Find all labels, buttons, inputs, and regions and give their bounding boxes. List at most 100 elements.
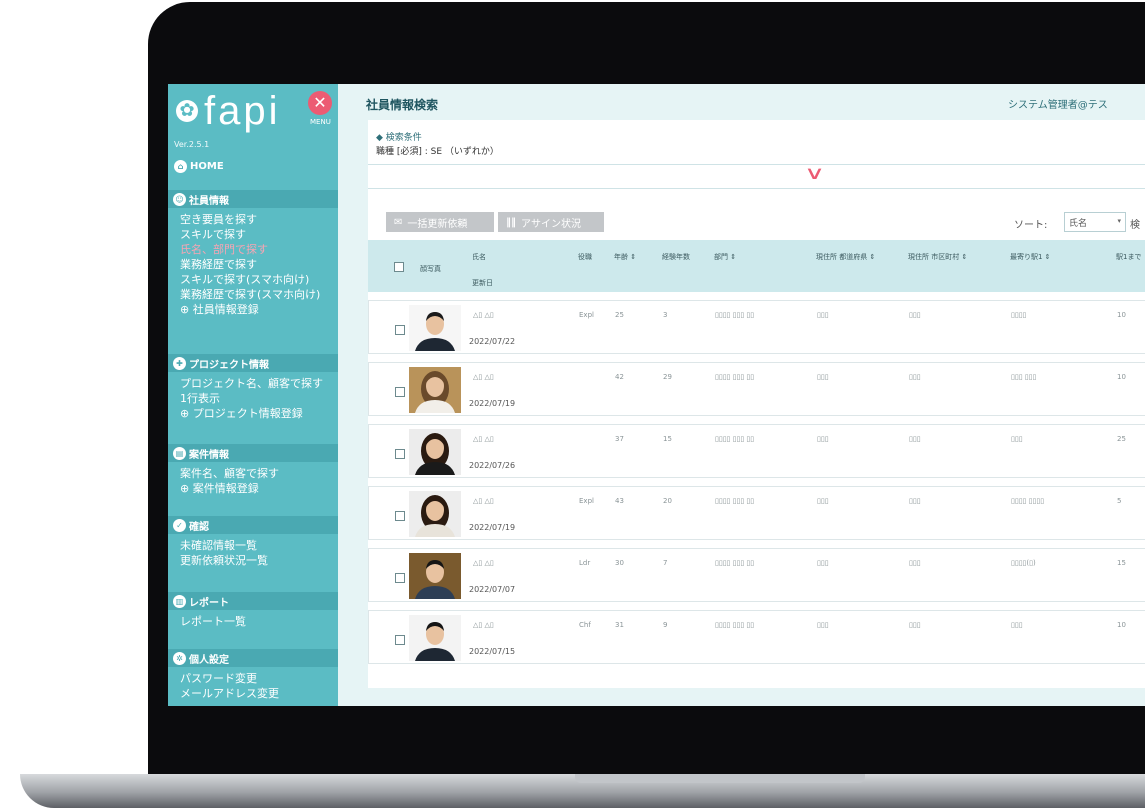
cell-dept: ▯▯▯▯ ▯▯▯ ▯▯ [715,497,755,505]
bulk-update-button[interactable]: ✉ 一括更新依頼 [386,212,494,232]
avatar[interactable] [409,615,461,661]
row-checkbox[interactable] [395,635,405,645]
sidebar-item[interactable]: メールアドレス変更 [180,686,279,701]
cell-dept: ▯▯▯▯ ▯▯▯ ▯▯ [715,435,755,443]
col-prefecture[interactable]: 現住所 都道府県 ⇕ [816,252,875,262]
cell-dept: ▯▯▯▯ ▯▯▯ ▯▯ [715,621,755,629]
employee-name[interactable]: △▯ △▯ [473,435,494,443]
sort-value: 氏名 [1069,219,1088,229]
sidebar-section-header[interactable]: ☺ 社員情報 [168,190,338,208]
cell-years: 7 [663,559,668,567]
cell-pref: ▯▯▯ [817,373,829,381]
sidebar-item[interactable]: ⊕ プロジェクト情報登録 [180,406,323,421]
employee-name[interactable]: △▯ △▯ [473,621,494,629]
avatar[interactable] [409,553,461,599]
table-row[interactable]: △▯ △▯ 42 29 ▯▯▯▯ ▯▯▯ ▯▯ ▯▯▯ ▯▯▯ ▯▯▯ ▯▯▯ 10 2022/… [368,362,1145,416]
condition-header: ◆ 検索条件 [376,133,422,143]
select-all-checkbox[interactable] [394,262,404,272]
employee-name[interactable]: △▯ △▯ [473,373,494,381]
col-years[interactable]: 経験年数 [662,252,690,262]
sidebar-item[interactable]: 業務経歴で探す(スマホ向け) [180,287,320,302]
sidebar-submenu: 未確認情報一覧 更新依頼状況一覧 [180,538,268,568]
sort-select[interactable]: 氏名 ▾ [1064,212,1126,232]
avatar[interactable] [409,305,461,351]
cell-years: 20 [663,497,672,505]
row-checkbox[interactable] [395,573,405,583]
sidebar-item[interactable]: 業務経歴で探す [180,257,320,272]
col-city[interactable]: 現住所 市区町村 ⇕ [908,252,967,262]
user-label[interactable]: システム管理者@テス [1008,96,1108,111]
sidebar-section-title: プロジェクト情報 [189,359,269,371]
sidebar-section-header[interactable]: ▤ 案件情報 [168,444,338,462]
sidebar-item[interactable]: ⊕ 社員情報登録 [180,302,320,317]
cell-pref: ▯▯▯ [817,435,829,443]
employee-name[interactable]: △▯ △▯ [473,311,494,319]
cell-dept: ▯▯▯▯ ▯▯▯ ▯▯ [715,373,755,381]
sidebar-item[interactable]: 更新依頼状況一覧 [180,553,268,568]
employee-name[interactable]: △▯ △▯ [473,559,494,567]
employee-photo [409,429,461,475]
row-checkbox[interactable] [395,325,405,335]
close-menu-button[interactable]: ✕ [308,91,332,115]
cell-years: 29 [663,373,672,381]
cell-walk: 15 [1117,559,1126,567]
col-updated[interactable]: 更新日 [472,278,493,288]
chevron-down-icon[interactable]: ∨ [804,164,825,184]
assign-status-button[interactable]: ‖‖ アサイン状況 [498,212,604,232]
version-label: Ver.2.5.1 [174,140,210,149]
cell-dept: ▯▯▯▯ ▯▯▯ ▯▯ [715,311,755,319]
sidebar-item[interactable]: 1行表示 [180,391,323,406]
table-row[interactable]: △▯ △▯ Expl 43 20 ▯▯▯▯ ▯▯▯ ▯▯ ▯▯▯ ▯▯▯ ▯▯▯▯ ▯▯▯▯ 5… [368,486,1145,540]
gear-icon: ✲ [173,651,186,665]
col-dept[interactable]: 部門 ⇕ [714,252,736,262]
col-walk[interactable]: 駅1まで [1116,252,1141,262]
row-checkbox[interactable] [395,511,405,521]
cell-years: 9 [663,621,668,629]
row-checkbox[interactable] [395,449,405,459]
row-checkbox[interactable] [395,387,405,397]
sidebar-item[interactable]: スキルで探す(スマホ向け) [180,272,320,287]
sidebar-section-header[interactable]: ✓ 確認 [168,516,338,534]
page-title: 社員情報検索 [366,98,439,112]
sidebar-item[interactable]: 氏名、部門で探す [180,242,320,257]
table-row[interactable]: △▯ △▯ Expl 25 3 ▯▯▯▯ ▯▯▯ ▯▯ ▯▯▯ ▯▯▯ ▯▯▯▯ 10 2022/… [368,300,1145,354]
cell-station: ▯▯▯ [1011,435,1023,443]
updated-date: 2022/07/19 [469,523,516,532]
col-station[interactable]: 最寄り駅1 ⇕ [1010,252,1051,262]
employee-name[interactable]: △▯ △▯ [473,497,494,505]
sidebar-item[interactable]: 空き要員を探す [180,212,320,227]
table-row[interactable]: △▯ △▯ Ldr 30 7 ▯▯▯▯ ▯▯▯ ▯▯ ▯▯▯ ▯▯▯ ▯▯▯▯(▯) 15 202… [368,548,1145,602]
nav-home[interactable]: ⌂ HOME [174,160,224,173]
sidebar-section-header[interactable]: ✚ プロジェクト情報 [168,354,338,372]
cell-age: 37 [615,435,624,443]
sidebar-item[interactable]: パスワード変更 [180,671,279,686]
sidebar-section-title: レポート [189,597,229,609]
avatar[interactable] [409,429,461,475]
sidebar-item[interactable]: 案件名、顧客で探す [180,466,279,481]
cell-age: 30 [615,559,624,567]
sidebar-item[interactable]: ⊕ 案件情報登録 [180,481,279,496]
sidebar-section-header[interactable]: ✲ 個人設定 [168,649,338,667]
table-row[interactable]: △▯ △▯ 37 15 ▯▯▯▯ ▯▯▯ ▯▯ ▯▯▯ ▯▯▯ ▯▯▯ 25 2022/07/2… [368,424,1145,478]
col-name[interactable]: 氏名 [472,252,486,262]
col-role[interactable]: 役職 [578,252,592,262]
cell-role: Expl [579,311,594,319]
sidebar-item[interactable]: プロジェクト名、顧客で探す [180,376,323,391]
sidebar-item[interactable]: 未確認情報一覧 [180,538,268,553]
sidebar-item[interactable]: レポート一覧 [180,614,246,629]
dropdown-arrow-icon: ▾ [1117,217,1121,225]
col-age[interactable]: 年齢 ⇕ [614,252,636,262]
sidebar-section-title: 確認 [189,521,209,533]
sidebar-section-header[interactable]: ▥ レポート [168,592,338,610]
sidebar: ✿ fapi ✕ MENU Ver.2.5.1 ⌂ HOME ☺ 社員情報 空き要員… [168,84,338,706]
table-row[interactable]: △▯ △▯ Chf 31 9 ▯▯▯▯ ▯▯▯ ▯▯ ▯▯▯ ▯▯▯ ▯▯▯ 10 2022/07… [368,610,1145,664]
logo-text: fapi [204,89,281,133]
sort-label: ソート: [1014,220,1048,231]
sidebar-section-title: 社員情報 [189,195,229,207]
cell-role: Ldr [579,559,591,567]
avatar[interactable] [409,367,461,413]
cell-station: ▯▯▯ ▯▯▯ [1011,373,1037,381]
sidebar-item[interactable]: スキルで探す [180,227,320,242]
employee-photo [409,305,461,351]
avatar[interactable] [409,491,461,537]
